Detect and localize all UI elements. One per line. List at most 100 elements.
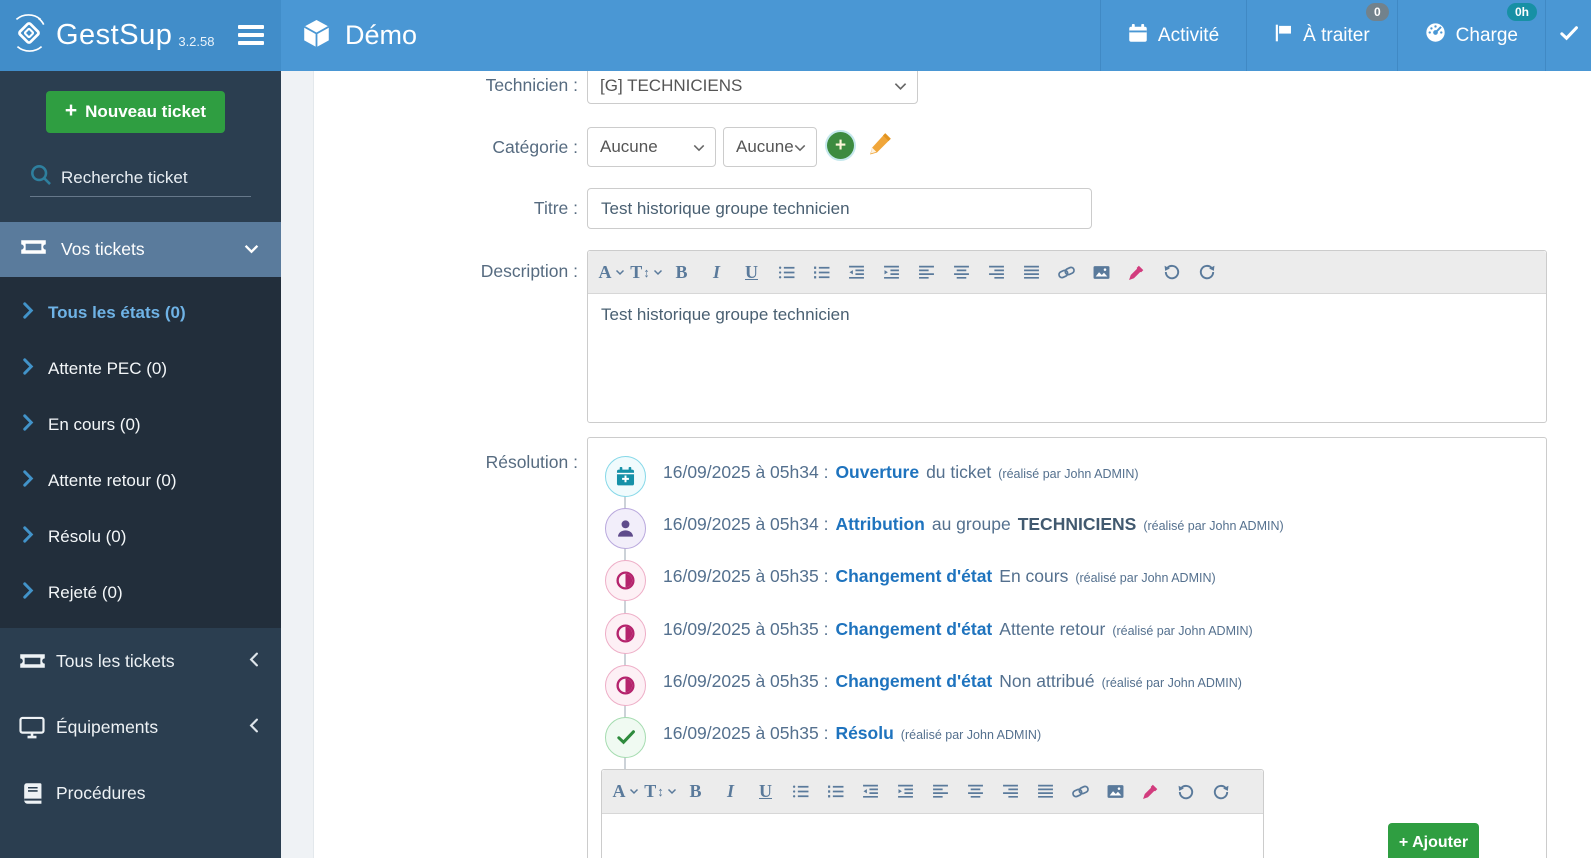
toolbar-font-color-button[interactable]: A — [594, 251, 629, 293]
sidebar-state-item-6[interactable]: Rejeté (0) — [0, 565, 281, 621]
align-center-icon — [967, 784, 984, 799]
cube-icon — [301, 18, 332, 54]
ajouter-button[interactable]: + Ajouter — [1388, 823, 1479, 858]
timeline-detail: (réalisé par John ADMIN) — [1075, 571, 1216, 585]
toolbar-bold-button[interactable]: B — [678, 770, 713, 813]
timeline-text: En cours — [999, 566, 1069, 586]
sidebar-state-item-4[interactable]: Attente retour (0) — [0, 453, 281, 509]
toolbar-indent-button[interactable] — [888, 770, 923, 813]
state-label: Attente retour (0) — [48, 471, 177, 490]
toolbar-list-ol-button[interactable] — [818, 770, 853, 813]
toolbar-outdent-button[interactable] — [839, 251, 874, 293]
ticket-states-submenu: Tous les états (0) Attente PEC (0) En cour… — [0, 277, 281, 628]
timeline-circle-4 — [605, 612, 646, 654]
toolbar-link-button[interactable] — [1049, 251, 1084, 293]
chevron-right-icon — [22, 470, 34, 492]
toolbar-undo-button[interactable] — [1154, 251, 1189, 293]
top-nav: Activité À traiter 0 Charge 0h P — [1099, 0, 1591, 71]
list-ul-icon — [778, 265, 795, 280]
hamburger-menu-icon[interactable] — [238, 24, 264, 46]
technicien-select[interactable]: [G] TECHNICIENS — [587, 71, 918, 104]
toolbar-indent-button[interactable] — [874, 251, 909, 293]
sidebar-state-item-1[interactable]: Tous les états (0) — [0, 285, 281, 341]
toolbar-align-justify-button[interactable] — [1028, 770, 1063, 813]
toolbar-list-ul-button[interactable] — [783, 770, 818, 813]
toolbar-redo-button[interactable] — [1203, 770, 1238, 813]
timeline-text: du ticket — [926, 462, 992, 482]
toolbar-undo-button[interactable] — [1168, 770, 1203, 813]
toolbar-eyedropper-button[interactable] — [1119, 251, 1154, 293]
nav-item-1[interactable]: Activité — [1099, 0, 1246, 71]
timeline-entry-3: 16/09/2025 à 05h35 : Changement d'état En … — [663, 566, 1216, 592]
pencil-icon[interactable] — [865, 129, 895, 162]
add-category-button[interactable]: + — [827, 132, 854, 159]
toolbar-outdent-button[interactable] — [853, 770, 888, 813]
nav-item-4[interactable]: P — [1545, 0, 1591, 71]
bold-icon: B — [689, 781, 702, 801]
sidebar-state-item-3[interactable]: En cours (0) — [0, 397, 281, 453]
sidebar-section-2[interactable]: Équipements — [0, 694, 281, 760]
toolbar-image-button[interactable] — [1098, 770, 1133, 813]
sidebar-state-item-2[interactable]: Attente PEC (0) — [0, 341, 281, 397]
chevron-right-icon — [22, 526, 34, 548]
sidebar-section-1[interactable]: Tous les tickets — [0, 628, 281, 694]
titre-input[interactable] — [587, 188, 1092, 229]
outdent-icon — [848, 265, 865, 280]
chevron-left-icon — [249, 717, 259, 738]
underline-icon: U — [745, 261, 758, 282]
toolbar-align-left-button[interactable] — [923, 770, 958, 813]
sidebar-section-3[interactable]: Procédures — [0, 760, 281, 826]
section-label: Équipements — [56, 716, 159, 737]
toolbar-link-button[interactable] — [1063, 770, 1098, 813]
link-icon — [1071, 784, 1090, 799]
timeline-text: Non attribué — [999, 671, 1095, 691]
toolbar-list-ul-button[interactable] — [769, 251, 804, 293]
toolbar-italic-button[interactable]: I — [699, 251, 734, 293]
toolbar-list-ol-button[interactable] — [804, 251, 839, 293]
toolbar-align-center-button[interactable] — [944, 251, 979, 293]
toolbar-align-left-button[interactable] — [909, 251, 944, 293]
toolbar-align-justify-button[interactable] — [1014, 251, 1049, 293]
undo-icon — [1177, 783, 1195, 801]
toolbar-bold-button[interactable]: B — [664, 251, 699, 293]
toolbar-eyedropper-button[interactable] — [1133, 770, 1168, 813]
toolbar-font-size-button[interactable]: T ↕ — [643, 770, 678, 813]
redo-icon — [1212, 783, 1230, 801]
toolbar-align-right-button[interactable] — [979, 251, 1014, 293]
app-name: GestSup — [56, 19, 173, 51]
new-ticket-button[interactable]: + Nouveau ticket — [46, 91, 225, 133]
sidebar-state-item-5[interactable]: Résolu (0) — [0, 509, 281, 565]
calendar-plus-icon — [615, 466, 636, 487]
resolution-content[interactable] — [602, 814, 1263, 858]
toolbar-font-size-button[interactable]: T ↕ — [629, 251, 664, 293]
toolbar-underline-button[interactable]: U — [734, 251, 769, 293]
nav-item-3[interactable]: Charge 0h — [1396, 0, 1545, 71]
state-label: En cours (0) — [48, 415, 141, 434]
section-label: Procédures — [56, 782, 146, 803]
search-input[interactable] — [61, 167, 231, 188]
timeline-circle-3 — [605, 559, 646, 601]
nav-item-2[interactable]: À traiter 0 — [1246, 0, 1397, 71]
toolbar-underline-button[interactable]: U — [748, 770, 783, 813]
plus-icon: + — [64, 99, 78, 122]
monitor-icon — [18, 716, 46, 739]
description-content[interactable]: Test historique groupe technicien — [588, 294, 1546, 423]
toolbar-font-color-button[interactable]: A — [608, 770, 643, 813]
sidebar-item-vos-tickets[interactable]: Vos tickets — [0, 222, 281, 277]
categorie-select-2[interactable]: Aucune — [723, 127, 817, 167]
list-ol-icon — [827, 784, 844, 799]
toolbar-italic-button[interactable]: I — [713, 770, 748, 813]
align-justify-icon — [1023, 265, 1040, 280]
categorie-select-1[interactable]: Aucune — [587, 127, 716, 167]
toolbar-align-right-button[interactable] — [993, 770, 1028, 813]
timeline-date: 16/09/2025 à 05h35 : — [663, 619, 829, 639]
toolbar-align-center-button[interactable] — [958, 770, 993, 813]
chevron-down-icon — [244, 241, 259, 259]
toolbar-image-button[interactable] — [1084, 251, 1119, 293]
toolbar-redo-button[interactable] — [1189, 251, 1224, 293]
bold-icon: B — [675, 261, 688, 282]
search-row — [30, 159, 251, 197]
state-label: Résolu (0) — [48, 527, 127, 546]
ticket-icon — [20, 237, 47, 262]
description-label: Description : — [480, 261, 578, 281]
